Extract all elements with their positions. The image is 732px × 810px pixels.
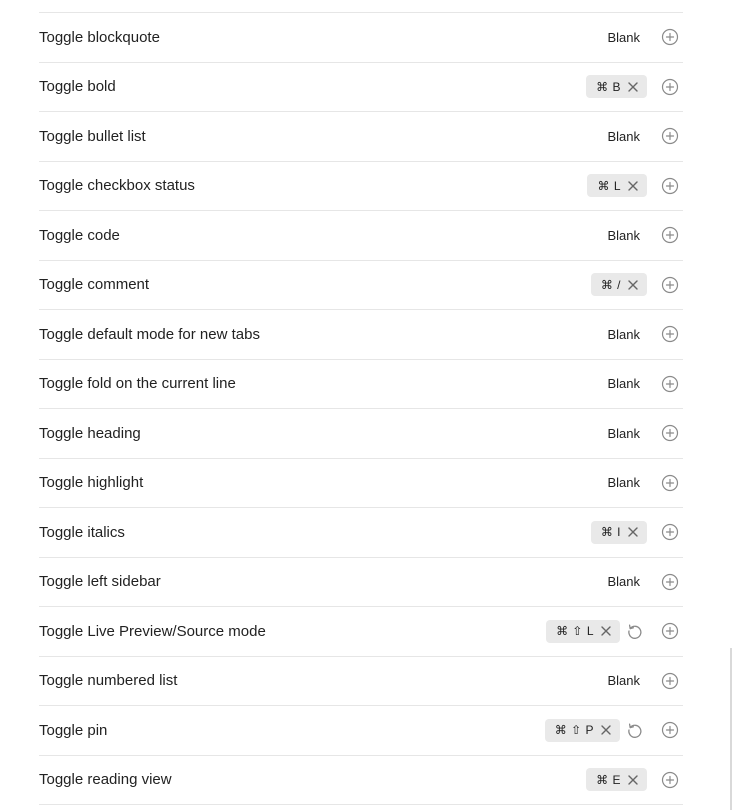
- hotkey-controls: ⌘ ⇧ L: [546, 619, 679, 643]
- hotkey-command-label: Toggle heading: [39, 424, 141, 442]
- hotkey-row: Toggle comment ⌘ /: [39, 261, 683, 310]
- add-hotkey-icon[interactable]: [661, 672, 679, 690]
- close-icon[interactable]: [627, 526, 639, 538]
- hotkey-row: Toggle highlight Blank: [39, 459, 683, 508]
- hotkey-badge: ⌘ L: [587, 174, 647, 198]
- hotkey-controls: ⌘ ⇧ P: [544, 718, 679, 742]
- hotkey-badge: ⌘ /: [590, 273, 647, 297]
- hotkey-row: Toggle bullet list Blank: [39, 112, 683, 162]
- hotkey-controls: Blank: [607, 226, 679, 244]
- close-icon[interactable]: [627, 81, 639, 93]
- hotkey-blank-text: Blank: [607, 227, 640, 243]
- hotkey-controls: Blank: [607, 573, 679, 591]
- add-hotkey-icon[interactable]: [661, 28, 679, 46]
- hotkey-blank-text: Blank: [607, 574, 640, 590]
- hotkey-row: Toggle italics ⌘ I: [39, 508, 683, 558]
- hotkey-keys: ⌘ ⇧ L: [556, 624, 594, 639]
- hotkey-badge: ⌘ ⇧ L: [546, 619, 620, 643]
- hotkey-command-label: Toggle numbered list: [39, 672, 178, 690]
- add-hotkey-icon[interactable]: [661, 573, 679, 591]
- hotkey-row: Toggle heading Blank: [39, 409, 683, 459]
- hotkey-keys: ⌘ L: [597, 178, 621, 193]
- hotkey-row: Toggle left sidebar Blank: [39, 558, 683, 607]
- hotkey-command-label: Toggle highlight: [39, 474, 144, 492]
- hotkey-controls: Blank: [607, 28, 679, 46]
- hotkey-blank-text: Blank: [607, 376, 640, 392]
- hotkey-keys: ⌘ B: [596, 79, 621, 94]
- restore-default-icon[interactable]: [626, 721, 644, 739]
- hotkey-row: Toggle default mode for new tabs Blank: [39, 310, 683, 360]
- hotkey-command-label: Toggle code: [39, 226, 120, 244]
- hotkey-row: Toggle Live Preview/Source mode ⌘ ⇧ L: [39, 607, 683, 657]
- close-icon[interactable]: [627, 279, 639, 291]
- hotkey-command-label: Toggle left sidebar: [39, 573, 161, 591]
- hotkey-command-label: Toggle default mode for new tabs: [39, 325, 260, 343]
- hotkey-row: Toggle bold ⌘ B: [39, 63, 683, 112]
- close-icon[interactable]: [600, 625, 612, 637]
- hotkey-controls: ⌘ E: [586, 768, 679, 792]
- hotkey-row: Toggle pin ⌘ ⇧ P: [39, 706, 683, 756]
- hotkey-controls: ⌘ I: [590, 520, 679, 544]
- hotkey-blank-text: Blank: [607, 425, 640, 441]
- hotkey-badge: ⌘ ⇧ P: [544, 718, 620, 742]
- add-hotkey-icon[interactable]: [661, 78, 679, 96]
- add-hotkey-icon[interactable]: [661, 276, 679, 294]
- hotkey-blank-text: Blank: [607, 326, 640, 342]
- hotkey-blank-text: Blank: [607, 475, 640, 491]
- hotkey-controls: Blank: [607, 325, 679, 343]
- hotkey-row: Toggle blockquote Blank: [39, 13, 683, 63]
- add-hotkey-icon[interactable]: [661, 771, 679, 789]
- hotkey-row: Toggle fold on the current line Blank: [39, 360, 683, 409]
- hotkey-badge: ⌘ E: [586, 768, 647, 792]
- hotkey-blank-text: Blank: [607, 673, 640, 689]
- hotkey-command-label: Toggle blockquote: [39, 28, 160, 46]
- add-hotkey-icon[interactable]: [661, 474, 679, 492]
- close-icon[interactable]: [600, 724, 612, 736]
- hotkey-command-label: Toggle bullet list: [39, 127, 146, 145]
- hotkey-command-label: Toggle checkbox status: [39, 177, 195, 195]
- add-hotkey-icon[interactable]: [661, 177, 679, 195]
- hotkey-keys: ⌘ ⇧ P: [554, 723, 594, 738]
- hotkey-command-label: Toggle Live Preview/Source mode: [39, 622, 266, 640]
- hotkey-controls: Blank: [607, 424, 679, 442]
- close-icon[interactable]: [627, 774, 639, 786]
- hotkeys-list: Toggle blockquote Blank Toggle bold ⌘ B Togg…: [39, 12, 683, 805]
- add-hotkey-icon[interactable]: [661, 127, 679, 145]
- hotkey-keys: ⌘ /: [600, 277, 621, 292]
- hotkey-row: Toggle code Blank: [39, 211, 683, 261]
- add-hotkey-icon[interactable]: [661, 375, 679, 393]
- hotkey-controls: Blank: [607, 474, 679, 492]
- hotkey-blank-text: Blank: [607, 29, 640, 45]
- hotkey-keys: ⌘ I: [600, 525, 621, 540]
- close-icon[interactable]: [627, 180, 639, 192]
- hotkey-command-label: Toggle pin: [39, 721, 108, 739]
- hotkey-command-label: Toggle reading view: [39, 771, 172, 789]
- hotkey-controls: ⌘ B: [586, 75, 679, 99]
- add-hotkey-icon[interactable]: [661, 721, 679, 739]
- hotkey-command-label: Toggle italics: [39, 523, 125, 541]
- add-hotkey-icon[interactable]: [661, 424, 679, 442]
- add-hotkey-icon[interactable]: [661, 622, 679, 640]
- hotkey-row: Toggle numbered list Blank: [39, 657, 683, 706]
- hotkey-badge: ⌘ B: [586, 75, 647, 99]
- hotkey-keys: ⌘ E: [596, 772, 621, 787]
- hotkey-controls: Blank: [607, 127, 679, 145]
- hotkey-badge: ⌘ I: [590, 520, 647, 544]
- restore-default-icon[interactable]: [626, 622, 644, 640]
- hotkey-controls: ⌘ L: [587, 174, 679, 198]
- add-hotkey-icon[interactable]: [661, 325, 679, 343]
- hotkey-command-label: Toggle comment: [39, 276, 150, 294]
- hotkey-controls: Blank: [607, 672, 679, 690]
- hotkey-command-label: Toggle fold on the current line: [39, 375, 236, 393]
- hotkey-blank-text: Blank: [607, 128, 640, 144]
- hotkey-command-label: Toggle bold: [39, 78, 116, 96]
- hotkey-row: Toggle checkbox status ⌘ L: [39, 162, 683, 211]
- hotkey-controls: ⌘ /: [590, 273, 679, 297]
- add-hotkey-icon[interactable]: [661, 523, 679, 541]
- hotkey-row: Toggle reading view ⌘ E: [39, 756, 683, 805]
- hotkey-controls: Blank: [607, 375, 679, 393]
- add-hotkey-icon[interactable]: [661, 226, 679, 244]
